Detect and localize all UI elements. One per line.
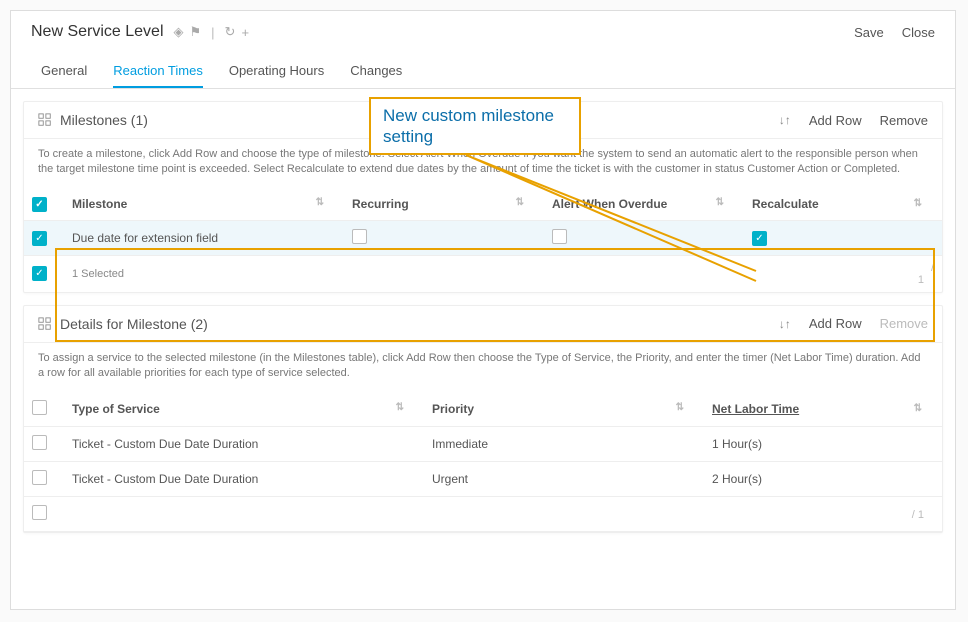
alert-checkbox[interactable] xyxy=(552,229,567,244)
recurring-checkbox[interactable] xyxy=(352,229,367,244)
pager: / 1 xyxy=(902,507,934,523)
row-checkbox[interactable] xyxy=(32,470,47,485)
time-cell: 2 Hour(s) xyxy=(712,472,762,486)
time-cell: 1 Hour(s) xyxy=(712,437,762,451)
sort-icon[interactable]: ⇅ xyxy=(914,403,922,414)
tab-operating-hours[interactable]: Operating Hours xyxy=(229,63,324,88)
col-priority[interactable]: Priority xyxy=(432,402,474,416)
grid-icon xyxy=(38,317,52,331)
details-table: Type of Service ⇅ Priority ⇅ Net Labor Tim… xyxy=(24,392,942,532)
type-cell: Ticket - Custom Due Date Duration xyxy=(72,437,258,451)
sort-icon[interactable]: ⇅ xyxy=(516,197,524,208)
table-row[interactable]: Ticket - Custom Due Date Duration Urgent… xyxy=(24,461,942,496)
tab-general[interactable]: General xyxy=(41,63,87,88)
sort-icon[interactable]: ⇅ xyxy=(316,197,324,208)
add-icon[interactable]: + xyxy=(241,25,249,40)
col-recurring[interactable]: Recurring xyxy=(352,197,409,211)
details-help: To assign a service to the selected mile… xyxy=(24,343,942,392)
selected-count: 1 Selected xyxy=(72,268,124,280)
sort-icon[interactable]: ⇅ xyxy=(716,197,724,208)
remove-button[interactable]: Remove xyxy=(880,113,928,128)
table-row[interactable]: ✓ Due date for extension field ✓ xyxy=(24,220,942,255)
milestone-cell: Due date for extension field xyxy=(72,231,218,245)
row-checkbox[interactable]: ✓ xyxy=(32,231,47,246)
add-row-button[interactable]: Add Row xyxy=(809,316,862,331)
milestones-table: ✓ Milestone ⇅ Recurring ⇅ Alert When Overd… xyxy=(24,188,942,292)
table-row[interactable]: Ticket - Custom Due Date Duration Immedi… xyxy=(24,426,942,461)
type-cell: Ticket - Custom Due Date Duration xyxy=(72,472,258,486)
select-all-checkbox[interactable]: ✓ xyxy=(32,197,47,212)
separator: | xyxy=(211,25,214,40)
recalculate-checkbox[interactable]: ✓ xyxy=(752,231,767,246)
col-type[interactable]: Type of Service xyxy=(72,402,160,416)
save-button[interactable]: Save xyxy=(854,25,884,40)
milestones-title: Milestones (1) xyxy=(60,112,148,128)
pager: / 1 xyxy=(918,260,934,288)
sort-icon[interactable]: ↓↑ xyxy=(779,113,791,127)
tab-reaction-times[interactable]: Reaction Times xyxy=(113,63,203,88)
col-net-labor-time[interactable]: Net Labor Time xyxy=(712,402,799,416)
col-milestone[interactable]: Milestone xyxy=(72,197,127,211)
tab-changes[interactable]: Changes xyxy=(350,63,402,88)
page-title: New Service Level xyxy=(31,23,164,41)
priority-cell: Urgent xyxy=(432,472,468,486)
footer-checkbox[interactable]: ✓ xyxy=(32,266,47,281)
callout-box: New custom milestone setting xyxy=(369,97,581,155)
row-checkbox[interactable] xyxy=(32,435,47,450)
table-footer: ✓ 1 Selected / 1 xyxy=(24,255,942,292)
footer-checkbox[interactable] xyxy=(32,505,47,520)
sort-icon[interactable]: ⇅ xyxy=(396,402,404,413)
flag-icon[interactable]: ⚑ xyxy=(190,24,202,40)
col-alert[interactable]: Alert When Overdue xyxy=(552,197,667,211)
grid-icon xyxy=(38,113,52,127)
callout-text: New custom milestone setting xyxy=(383,105,567,148)
tabs: General Reaction Times Operating Hours C… xyxy=(11,49,955,89)
col-recalculate[interactable]: Recalculate xyxy=(752,197,819,211)
select-all-checkbox[interactable] xyxy=(32,400,47,415)
details-title: Details for Milestone (2) xyxy=(60,316,208,332)
sort-icon[interactable]: ⇅ xyxy=(914,198,922,209)
table-footer: / 1 xyxy=(24,496,942,531)
page-header: New Service Level ◈ ⚑ | ↻ + Save Close xyxy=(11,11,955,49)
close-button[interactable]: Close xyxy=(902,25,935,40)
details-section: Details for Milestone (2) ↓↑ Add Row Rem… xyxy=(23,305,943,533)
sort-icon[interactable]: ⇅ xyxy=(676,402,684,413)
remove-button[interactable]: Remove xyxy=(880,316,928,331)
refresh-icon[interactable]: ↻ xyxy=(225,24,236,40)
sort-icon[interactable]: ↓↑ xyxy=(779,317,791,331)
priority-cell: Immediate xyxy=(432,437,488,451)
pin-icon[interactable]: ◈ xyxy=(174,24,184,40)
add-row-button[interactable]: Add Row xyxy=(809,113,862,128)
